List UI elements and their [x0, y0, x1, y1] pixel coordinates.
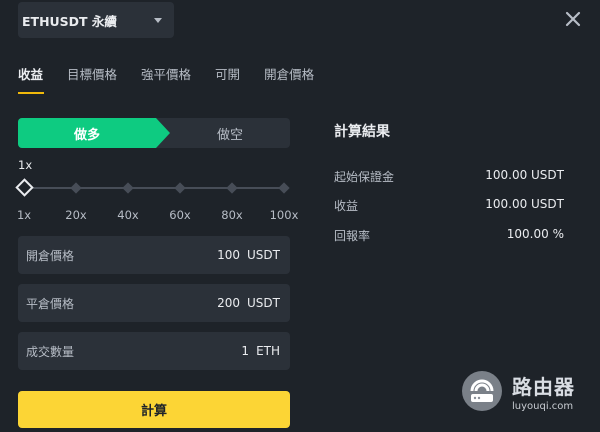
close-icon[interactable] — [564, 10, 582, 28]
entry-price-label: 開倉價格 — [26, 248, 75, 263]
result-row-initial-margin: 起始保證金 100.00 USDT — [334, 168, 564, 185]
watermark-url: luyouqi.com — [512, 400, 574, 412]
side-toggle: 做多 做空 — [18, 118, 290, 148]
tab-target-price[interactable]: 目標價格 — [67, 64, 117, 94]
symbol-selector[interactable]: ETHUSDT 永續 — [18, 2, 174, 38]
long-button[interactable]: 做多 — [18, 118, 170, 148]
results-title: 計算結果 — [334, 124, 390, 140]
tab-entry-price[interactable]: 開倉價格 — [264, 64, 314, 94]
leverage-tick-label: 20x — [65, 208, 87, 222]
entry-price-unit: USDT — [247, 248, 280, 262]
leverage-value: 1x — [18, 158, 33, 172]
exit-price-value: 200 — [217, 296, 241, 310]
slider-thumb[interactable] — [14, 178, 34, 197]
result-row-roe: 回報率 100.00 % — [334, 227, 564, 244]
watermark-title: 路由器 — [512, 374, 575, 399]
tab-liquidation-price[interactable]: 強平價格 — [141, 64, 191, 94]
slider-mark[interactable] — [174, 182, 186, 194]
leverage-tick-label: 100x — [269, 208, 299, 222]
result-value: 100.00 % — [506, 227, 564, 241]
quantity-label: 成交數量 — [26, 344, 75, 359]
router-logo-icon — [462, 371, 502, 411]
leverage-tick-label: 80x — [221, 208, 243, 222]
caret-down-icon — [154, 17, 162, 23]
short-button[interactable]: 做空 — [170, 118, 290, 148]
leverage-ticks: 1x 20x 40x 60x 80x 100x — [16, 208, 298, 222]
result-value: 100.00 USDT — [485, 168, 564, 182]
leverage-slider[interactable] — [14, 178, 290, 198]
result-label: 起始保證金 — [334, 170, 395, 184]
slider-mark[interactable] — [70, 182, 82, 194]
watermark: 路由器 luyouqi.com — [460, 366, 590, 416]
quantity-value: 1 — [241, 344, 250, 358]
slider-mark[interactable] — [226, 182, 238, 194]
exit-price-field[interactable]: 平倉價格 200 USDT — [18, 284, 290, 322]
exit-price-unit: USDT — [247, 296, 280, 310]
slider-mark[interactable] — [278, 182, 290, 194]
entry-price-field[interactable]: 開倉價格 100 USDT — [18, 236, 290, 274]
tab-max-open[interactable]: 可開 — [215, 64, 240, 94]
slider-mark[interactable] — [122, 182, 134, 194]
leverage-tick-label: 60x — [169, 208, 191, 222]
quantity-unit: ETH — [256, 344, 280, 358]
quantity-field[interactable]: 成交數量 1 ETH — [18, 332, 290, 370]
result-label: 回報率 — [334, 229, 371, 243]
exit-price-label: 平倉價格 — [26, 296, 75, 311]
leverage-tick-label: 40x — [117, 208, 139, 222]
entry-price-value: 100 — [217, 248, 241, 262]
tab-profit[interactable]: 收益 — [18, 64, 45, 94]
result-label: 收益 — [334, 199, 359, 213]
symbol-label: ETHUSDT 永續 — [22, 13, 117, 29]
calculator-tabs: 收益 目標價格 強平價格 可開 開倉價格 — [18, 64, 338, 94]
calculate-button[interactable]: 計算 — [18, 391, 290, 428]
result-row-pnl: 收益 100.00 USDT — [334, 197, 564, 214]
result-value: 100.00 USDT — [485, 197, 564, 211]
slider-track — [24, 187, 284, 189]
leverage-tick-label: 1x — [16, 208, 32, 222]
